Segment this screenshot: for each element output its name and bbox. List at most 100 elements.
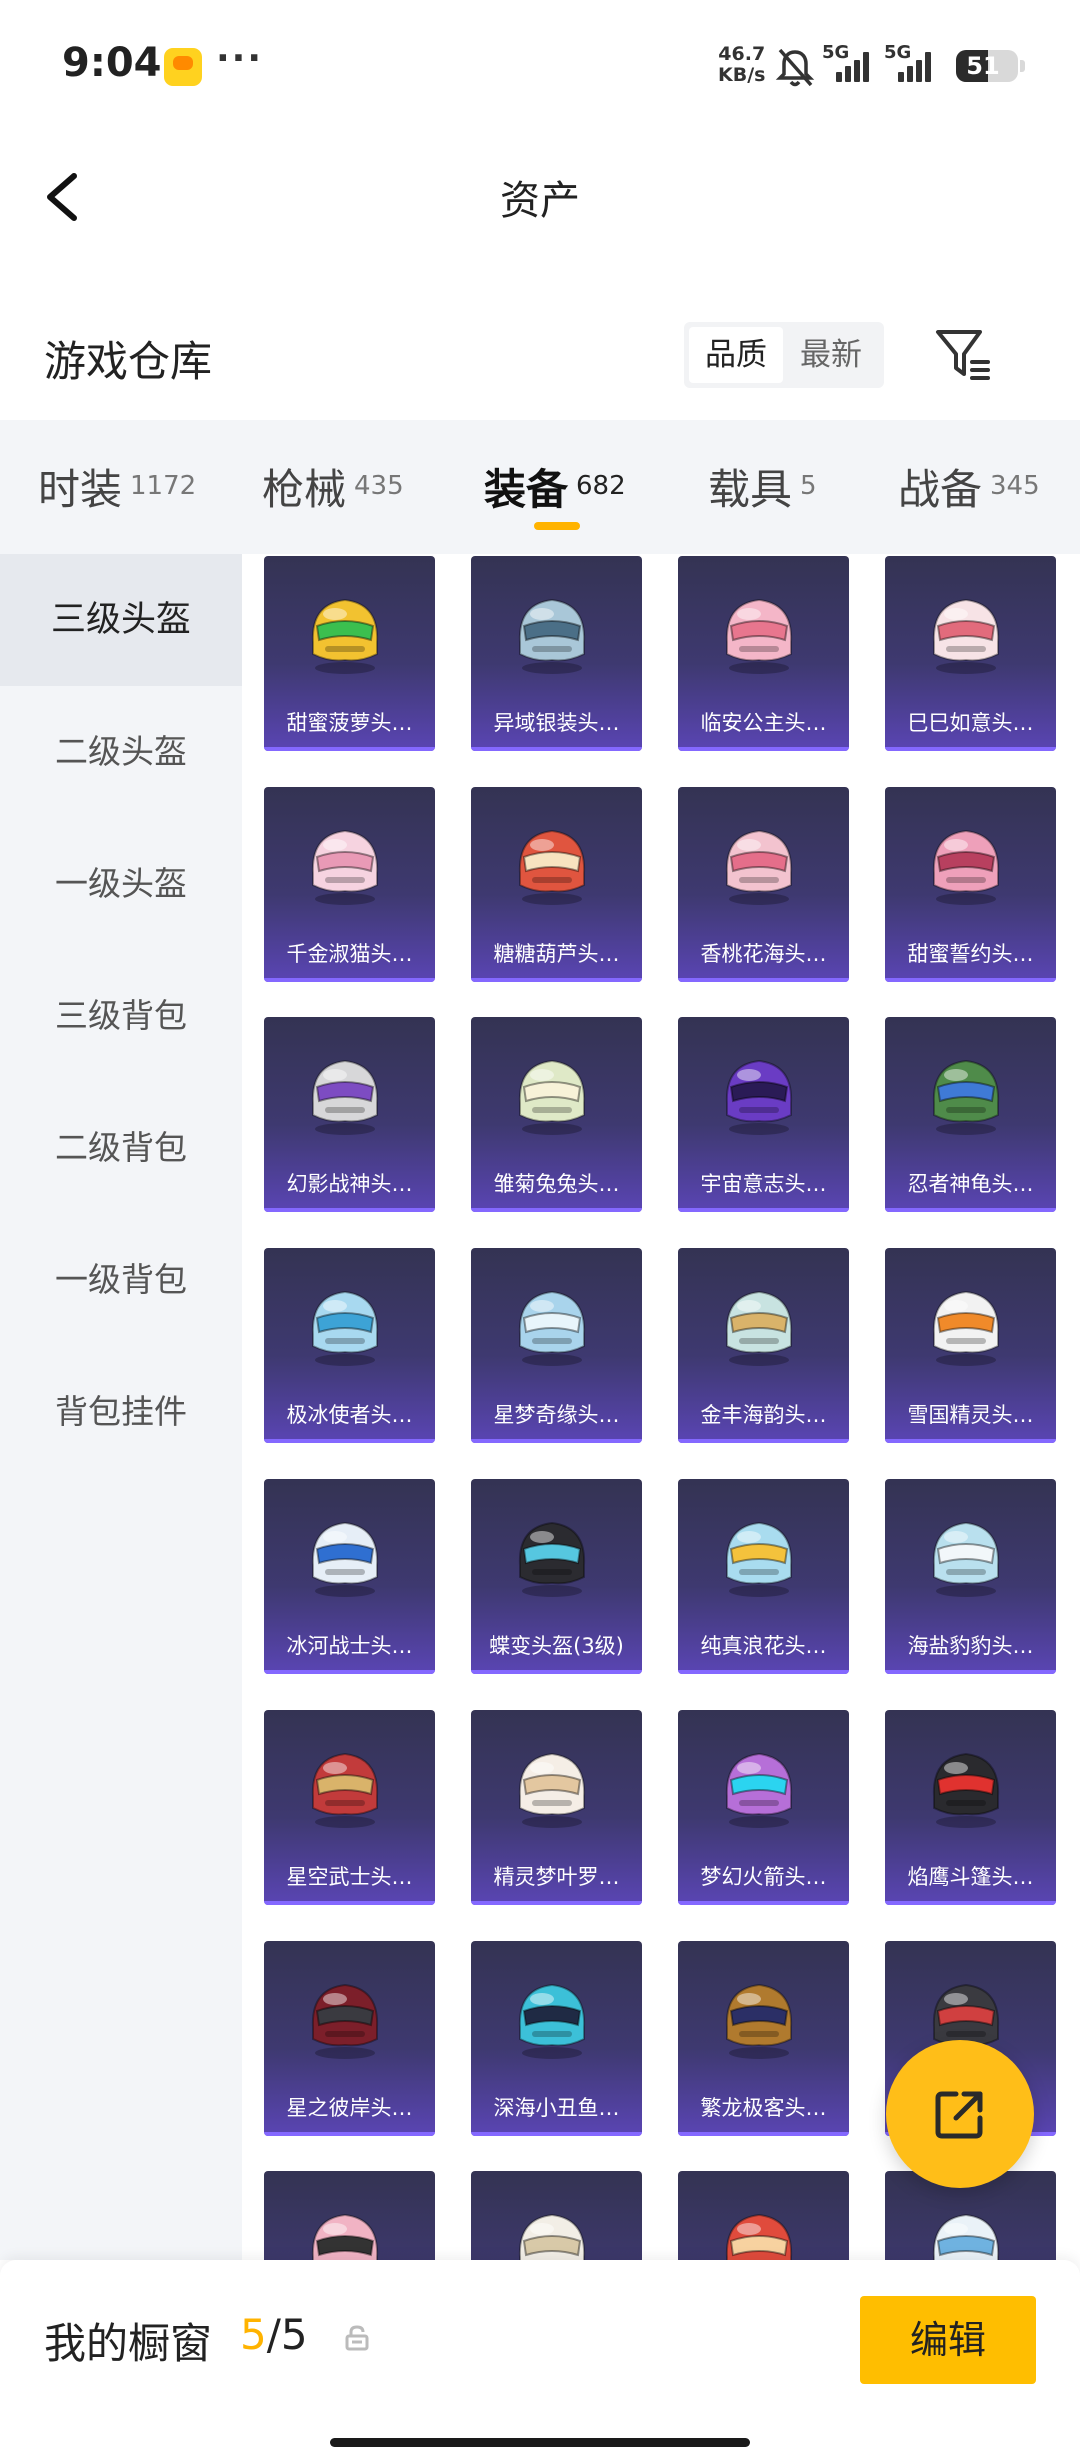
tab-vehicles-name: 载具	[708, 465, 793, 514]
item-card[interactable]: 雏菊兔兔头…	[471, 1017, 642, 1212]
tab-vehicles-count: 5	[800, 471, 817, 501]
bunny-helmet-icon	[518, 1059, 586, 1135]
red-helmet-icon	[725, 2213, 793, 2260]
item-card[interactable]	[471, 2171, 642, 2260]
more-notifications-icon: ···	[216, 38, 264, 79]
star-dream-helmet-icon	[518, 1290, 586, 1366]
item-card[interactable]: 巳巳如意头…	[885, 556, 1056, 751]
item-card[interactable]: 金丰海韵头…	[678, 1248, 849, 1443]
item-card[interactable]: 异域银装头…	[471, 556, 642, 751]
showcase-separator: /	[266, 2310, 281, 2359]
elf-leaf-helmet-icon	[518, 1752, 586, 1828]
item-card-name: 临安公主头…	[700, 711, 827, 735]
item-card[interactable]: 海盐豹豹头…	[885, 1479, 1056, 1674]
item-card-name: 极冰使者头…	[286, 1403, 413, 1427]
clownfish-helmet-icon	[518, 1983, 586, 2059]
sidebar-item-level2-helmet[interactable]: 二级头盔	[0, 686, 242, 818]
item-card[interactable]: 忍者神龟头…	[885, 1017, 1056, 1212]
item-card[interactable]: 冰河战士头…	[264, 1479, 435, 1674]
filter-icon	[936, 330, 990, 380]
peach-helmet-icon	[725, 829, 793, 905]
item-card[interactable]	[678, 2171, 849, 2260]
share-icon	[935, 2091, 983, 2139]
item-card[interactable]	[264, 2171, 435, 2260]
item-card[interactable]: 幻影战神头…	[264, 1017, 435, 1212]
home-indicator[interactable]	[330, 2438, 750, 2447]
item-card[interactable]: 精灵梦叶罗…	[471, 1710, 642, 1905]
item-card[interactable]: 千金淑猫头…	[264, 787, 435, 982]
sort-newest-option[interactable]: 最新	[784, 327, 878, 383]
item-card[interactable]: 甜蜜誓约头…	[885, 787, 1056, 982]
item-card-name: 星空武士头…	[286, 1865, 413, 1889]
item-card-name: 雪国精灵头…	[907, 1403, 1034, 1427]
item-card[interactable]: 焰鹰斗篷头…	[885, 1710, 1056, 1905]
network-speed-value: 46.7	[718, 43, 766, 65]
tab-battle-gear-name: 战备	[898, 465, 983, 514]
tab-battle-gear-count: 345	[990, 471, 1040, 501]
butterfly-helmet-icon	[518, 1521, 586, 1597]
star-shore-helmet-icon	[311, 1983, 379, 2059]
sidebar-item-backpack-charm[interactable]: 背包挂件	[0, 1346, 242, 1478]
filter-button[interactable]	[930, 322, 996, 388]
item-card[interactable]: 星空武士头…	[264, 1710, 435, 1905]
item-card[interactable]: 极冰使者头…	[264, 1248, 435, 1443]
item-card-name: 星之彼岸头…	[286, 2096, 413, 2120]
item-card[interactable]: 繁龙极客头…	[678, 1941, 849, 2136]
silver-helmet-icon	[518, 598, 586, 674]
pineapple-helmet-icon	[311, 598, 379, 674]
dragon-geek-helmet-icon	[725, 1983, 793, 2059]
item-card[interactable]: 香桃花海头…	[678, 787, 849, 982]
sidebar-item-level3-helmet[interactable]: 三级头盔	[0, 554, 242, 686]
item-card[interactable]: 临安公主头…	[678, 556, 849, 751]
tab-battle-gear[interactable]: 战备 345	[898, 456, 1040, 516]
showcase-label: 我的橱窗	[44, 2319, 213, 2368]
sidebar-item-level1-helmet[interactable]: 一级头盔	[0, 818, 242, 950]
star-samurai-helmet-icon	[311, 1752, 379, 1828]
item-card[interactable]: 蝶变头盔(3级)	[471, 1479, 642, 1674]
item-card[interactable]: 甜蜜菠萝头…	[264, 556, 435, 751]
item-card[interactable]: 梦幻火箭头…	[678, 1710, 849, 1905]
sidebar-item-level3-backpack[interactable]: 三级背包	[0, 950, 242, 1082]
tab-vehicles[interactable]: 载具 5	[708, 456, 817, 516]
tab-fashion[interactable]: 时装 1172	[38, 456, 196, 516]
snow-beast-helmet-icon	[932, 2213, 1000, 2260]
tab-fashion-count: 1172	[130, 471, 197, 501]
share-button[interactable]	[886, 2040, 1034, 2188]
mute-bell-icon	[775, 48, 815, 87]
signal-2-label: 5G	[884, 42, 912, 63]
network-speed: 46.7 KB/s	[718, 44, 765, 86]
showcase-count: 5/5	[240, 2310, 308, 2359]
item-card-name: 冰河战士头…	[286, 1634, 413, 1658]
item-card-name: 幻影战神头…	[286, 1172, 413, 1196]
edit-button[interactable]: 编辑	[860, 2296, 1036, 2384]
item-card-name: 焰鹰斗篷头…	[907, 1865, 1034, 1889]
item-card[interactable]: 糖糖葫芦头…	[471, 787, 642, 982]
item-card-name: 星梦奇缘头…	[493, 1403, 620, 1427]
tab-equipment-count: 682	[576, 471, 626, 501]
item-card[interactable]: 纯真浪花头…	[678, 1479, 849, 1674]
item-card[interactable]: 深海小丑鱼…	[471, 1941, 642, 2136]
sidebar-item-level1-backpack[interactable]: 一级背包	[0, 1214, 242, 1346]
item-card-name: 巳巳如意头…	[907, 711, 1034, 735]
rocket-helmet-icon	[725, 1752, 793, 1828]
sort-quality-option[interactable]: 品质	[689, 327, 783, 383]
tab-equipment[interactable]: 装备 682	[484, 456, 626, 516]
item-card-name: 糖糖葫芦头…	[493, 942, 620, 966]
warehouse-title: 游戏仓库	[44, 337, 213, 386]
princess-helmet-icon	[725, 598, 793, 674]
cat-helmet-icon	[311, 829, 379, 905]
item-card[interactable]: 星梦奇缘头…	[471, 1248, 642, 1443]
item-card-name: 宇宙意志头…	[700, 1172, 827, 1196]
sidebar-item-level2-backpack[interactable]: 二级背包	[0, 1082, 242, 1214]
item-card[interactable]: 宇宙意志头…	[678, 1017, 849, 1212]
tab-firearms[interactable]: 枪械 435	[262, 456, 404, 516]
signal-2-icon: 5G	[884, 42, 938, 86]
item-card-name: 甜蜜菠萝头…	[286, 711, 413, 735]
item-card-name: 甜蜜誓约头…	[907, 942, 1034, 966]
item-card-name: 深海小丑鱼…	[493, 2096, 620, 2120]
item-card[interactable]: 星之彼岸头…	[264, 1941, 435, 2136]
item-card-name: 金丰海韵头…	[700, 1403, 827, 1427]
item-card[interactable]: 雪国精灵头…	[885, 1248, 1056, 1443]
pink-visor-helmet-icon	[311, 2213, 379, 2260]
item-card-name: 忍者神龟头…	[907, 1172, 1034, 1196]
